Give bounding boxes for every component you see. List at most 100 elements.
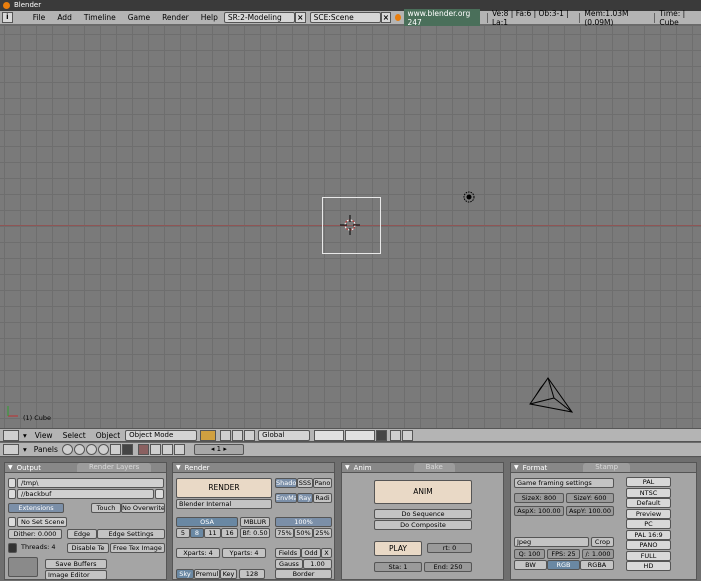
disable-tex-toggle[interactable]: Disable Te — [67, 543, 109, 553]
gauss-selector[interactable]: Gauss — [275, 559, 303, 569]
menu-help[interactable]: Help — [195, 13, 224, 22]
sss-toggle[interactable]: SSS — [297, 478, 313, 488]
start-frame-field[interactable]: Sta: 1 — [374, 562, 422, 572]
info-editor-icon[interactable]: i — [2, 12, 13, 23]
header-collapse-icon[interactable]: ▾ — [23, 445, 27, 454]
frame-number-field[interactable]: ◂ 1 ▸ — [193, 444, 244, 455]
threads-field[interactable]: Threads: 4 — [18, 543, 62, 553]
edge-toggle[interactable]: Edge — [67, 529, 97, 539]
sizex-field[interactable]: SizeX: 800 — [514, 493, 564, 503]
end-frame-field[interactable]: End: 250 — [424, 562, 472, 572]
mblur-toggle[interactable]: MBLUR — [240, 517, 270, 527]
shadow-toggle[interactable]: Shado — [275, 478, 297, 488]
lamp-icon[interactable] — [462, 190, 476, 204]
output-path-field[interactable]: /tmp\ — [17, 478, 164, 488]
file-format-selector[interactable]: Jpeg — [514, 537, 589, 547]
set-scene-icon[interactable] — [8, 517, 16, 527]
crop-toggle[interactable]: Crop — [591, 537, 614, 547]
sequencer-buttons-icon[interactable] — [173, 444, 185, 455]
blender-url-link[interactable]: www.blender.org 247 — [404, 8, 480, 27]
screen-delete-button[interactable]: × — [294, 12, 306, 23]
anim-tab[interactable]: Anim — [354, 464, 378, 472]
render-tab[interactable]: Render — [185, 464, 216, 472]
preset-pal-16-9[interactable]: PAL 16:9 — [626, 529, 671, 540]
folder-icon[interactable] — [8, 489, 16, 499]
bake-tab[interactable]: Bake — [413, 463, 455, 472]
play-button[interactable]: PLAY — [374, 541, 422, 556]
edge-settings-button[interactable]: Edge Settings — [97, 529, 165, 539]
render-window-location-icon[interactable] — [8, 557, 38, 577]
panel-collapse-icon[interactable]: ▼ — [345, 464, 350, 471]
menu-render[interactable]: Render — [156, 13, 195, 22]
render-preview-icon[interactable] — [390, 429, 402, 441]
sound-buttons-icon[interactable] — [161, 444, 173, 455]
key-toggle[interactable]: Key — [220, 569, 237, 579]
fps-base-field[interactable]: /: 1.000 — [582, 549, 614, 559]
no-set-scene-selector[interactable]: No Set Scene — [17, 517, 67, 527]
preset-hd[interactable]: HD — [626, 561, 671, 571]
panel-collapse-icon[interactable]: ▼ — [176, 464, 181, 471]
header-collapse-icon[interactable]: ▾ — [23, 431, 27, 440]
rgba-toggle[interactable]: RGBA — [580, 560, 614, 570]
x-toggle[interactable]: X — [321, 548, 332, 558]
anim-buttons-icon[interactable] — [149, 444, 161, 455]
premul-toggle[interactable]: Premul — [194, 569, 220, 579]
bit-depth-selector[interactable]: 128 — [239, 569, 265, 579]
rgb-toggle[interactable]: RGB — [547, 560, 580, 570]
fps-field[interactable]: FPS: 25 — [547, 549, 580, 559]
scene-delete-button[interactable]: × — [380, 12, 392, 23]
manipulator-icon[interactable] — [232, 429, 244, 441]
format-tab[interactable]: Format — [523, 464, 554, 472]
draw-type-icon[interactable] — [200, 429, 217, 441]
pano-toggle[interactable]: Pano — [313, 478, 332, 488]
camera-icon[interactable] — [526, 374, 574, 416]
menu-view[interactable]: View — [30, 431, 58, 440]
border-toggle[interactable]: Border — [275, 569, 332, 579]
scene-icon[interactable] — [121, 444, 133, 455]
fields-toggle[interactable]: Fields — [275, 548, 301, 558]
editing-icon[interactable] — [109, 444, 121, 455]
extensions-toggle[interactable]: Extensions — [8, 503, 64, 513]
editor-type-icon[interactable] — [3, 429, 19, 441]
osa-11-option[interactable]: 11 — [204, 528, 221, 538]
odd-toggle[interactable]: Odd — [301, 548, 321, 558]
preset-ntsc[interactable]: NTSC — [626, 487, 671, 498]
percent-50-toggle[interactable]: 50% — [294, 528, 313, 538]
dither-field[interactable]: Dither: 0.000 — [8, 529, 62, 539]
preset-pano[interactable]: PANO — [626, 540, 671, 550]
scene-selector[interactable]: SCE:Scene — [309, 12, 381, 23]
sky-toggle[interactable]: Sky — [176, 569, 194, 579]
layers-row-2[interactable] — [345, 429, 376, 441]
editor-type-icon[interactable] — [3, 444, 19, 455]
mode-selector[interactable]: Object Mode — [125, 429, 198, 441]
percent-100-toggle[interactable]: 100% — [275, 517, 332, 527]
menu-file[interactable]: File — [27, 13, 52, 22]
xparts-field[interactable]: Xparts: 4 — [176, 548, 220, 558]
backbuf-path-field[interactable]: //backbuf — [17, 489, 154, 499]
rt-field[interactable]: rt: 0 — [427, 543, 472, 553]
render-layers-tab[interactable]: Render Layers — [76, 463, 152, 472]
yparts-field[interactable]: Yparts: 4 — [222, 548, 266, 558]
backbuf-toggle[interactable] — [155, 489, 164, 499]
osa-8-option[interactable]: 8 — [190, 528, 204, 538]
3d-cursor-icon[interactable] — [340, 215, 360, 235]
envmap-toggle[interactable]: EnvMa — [275, 493, 297, 503]
aspx-field[interactable]: AspX: 100.00 — [514, 506, 564, 516]
orientation-selector[interactable]: Global — [258, 429, 311, 441]
free-tex-image-toggle[interactable]: Free Tex Image — [110, 543, 165, 553]
menu-select[interactable]: Select — [58, 431, 91, 440]
pivot-icon[interactable] — [220, 429, 232, 441]
preset-pal[interactable]: PAL — [626, 477, 671, 487]
game-framing-button[interactable]: Game framing settings — [514, 478, 614, 488]
render-button[interactable]: RENDER — [176, 478, 272, 498]
3d-viewport[interactable]: (1) Cube — [0, 26, 701, 428]
output-tab[interactable]: Output — [17, 464, 47, 472]
quality-field[interactable]: Q: 100 — [514, 549, 545, 559]
menu-game[interactable]: Game — [122, 13, 156, 22]
logic-icon[interactable] — [61, 444, 73, 455]
menu-object[interactable]: Object — [91, 431, 125, 440]
blur-factor-field[interactable]: Bf: 0.50 — [240, 528, 270, 538]
do-composite-toggle[interactable]: Do Composite — [374, 520, 472, 530]
osa-toggle[interactable]: OSA — [176, 517, 238, 527]
panel-collapse-icon[interactable]: ▼ — [514, 464, 519, 471]
